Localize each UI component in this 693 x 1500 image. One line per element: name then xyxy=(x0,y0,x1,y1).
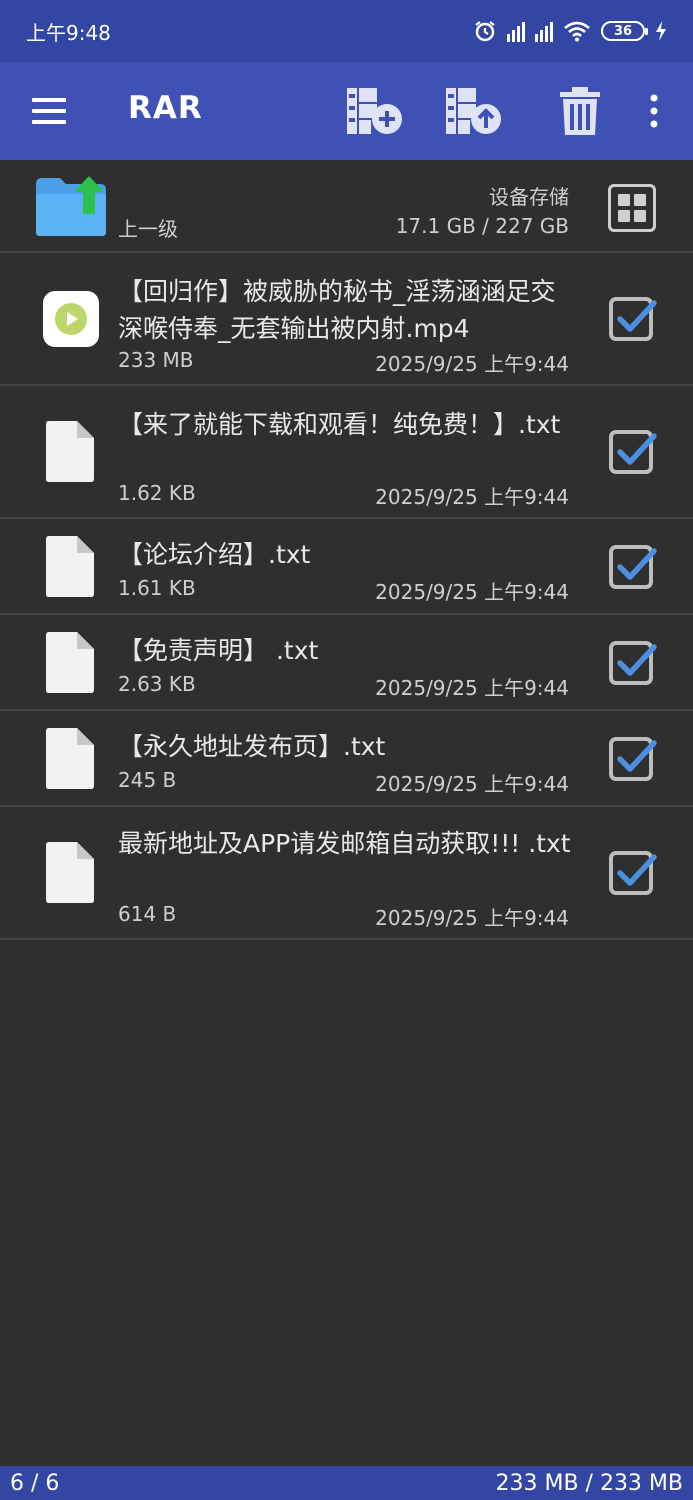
checkbox-checked[interactable] xyxy=(608,295,658,343)
app-toolbar: RAR xyxy=(0,62,693,160)
signal-icon-1 xyxy=(507,20,525,42)
storage-name: 设备存储 xyxy=(489,185,569,209)
status-icons: 36 xyxy=(473,19,667,43)
battery-icon: 36 xyxy=(601,21,648,41)
parent-folder-row[interactable]: 上一级 设备存储 17.1 GB / 227 GB xyxy=(0,160,693,253)
extract-icon[interactable] xyxy=(444,86,504,136)
file-row[interactable]: 【免责声明】 .txt 2.63 KB 2025/9/25 上午9:44 xyxy=(0,615,693,711)
app-title: RAR xyxy=(128,90,203,126)
file-date: 2025/9/25 上午9:44 xyxy=(375,485,569,509)
menu-button[interactable] xyxy=(32,98,66,124)
file-size: 1.61 KB xyxy=(118,576,196,600)
delete-icon[interactable] xyxy=(550,86,610,136)
file-size: 2.63 KB xyxy=(118,672,196,696)
file-list: 【回归作】被威胁的秘书_淫荡涵涵足交深喉侍奉_无套输出被内射.mp4 233 M… xyxy=(0,253,693,940)
file-row[interactable]: 最新地址及APP请发邮箱自动获取!!! .txt 614 B 2025/9/25… xyxy=(0,807,693,940)
checkbox-checked[interactable] xyxy=(608,735,658,783)
checkbox-checked[interactable] xyxy=(608,639,658,687)
file-name: 【永久地址发布页】.txt xyxy=(118,732,386,761)
text-file-icon xyxy=(46,632,94,693)
grid-view-button[interactable] xyxy=(608,184,656,232)
file-size: 245 B xyxy=(118,768,177,792)
more-options-icon[interactable] xyxy=(640,86,668,136)
file-size: 1.62 KB xyxy=(118,481,196,505)
parent-folder-label: 上一级 xyxy=(118,217,178,241)
checkbox-checked[interactable] xyxy=(608,543,658,591)
checkbox-checked[interactable] xyxy=(608,849,658,897)
file-name: 最新地址及APP请发邮箱自动获取!!! .txt xyxy=(118,829,571,858)
selected-size: 233 MB / 233 MB xyxy=(495,1470,683,1496)
selected-count: 6 / 6 xyxy=(10,1470,60,1496)
text-file-icon xyxy=(46,421,94,482)
file-date: 2025/9/25 上午9:44 xyxy=(375,580,569,604)
signal-icon-2 xyxy=(535,20,553,42)
file-size: 614 B xyxy=(118,902,177,926)
file-row[interactable]: 【永久地址发布页】.txt 245 B 2025/9/25 上午9:44 xyxy=(0,711,693,807)
file-row[interactable]: 【论坛介绍】.txt 1.61 KB 2025/9/25 上午9:44 xyxy=(0,519,693,615)
folder-up-icon xyxy=(36,176,106,236)
charging-icon xyxy=(656,21,666,41)
video-file-icon xyxy=(43,291,99,347)
file-name: 【免责声明】 .txt xyxy=(118,636,319,665)
file-row[interactable]: 【来了就能下载和观看！纯免费！】.txt 1.62 KB 2025/9/25 上… xyxy=(0,386,693,519)
file-name: 【论坛介绍】.txt xyxy=(118,540,311,569)
file-date: 2025/9/25 上午9:44 xyxy=(375,352,569,376)
file-name: 【来了就能下载和观看！纯免费！】.txt xyxy=(118,410,561,439)
file-name: 【回归作】被威胁的秘书_淫荡涵涵足交深喉侍奉_无套输出被内射.mp4 xyxy=(118,277,556,343)
text-file-icon xyxy=(46,536,94,597)
storage-size: 17.1 GB / 227 GB xyxy=(395,214,569,238)
file-date: 2025/9/25 上午9:44 xyxy=(375,676,569,700)
text-file-icon xyxy=(46,842,94,903)
wifi-icon xyxy=(564,21,590,42)
status-time: 上午9:48 xyxy=(26,20,111,45)
status-bar: 上午9:48 36 xyxy=(0,0,693,62)
file-size: 233 MB xyxy=(118,348,194,372)
text-file-icon xyxy=(46,728,94,789)
checkbox-checked[interactable] xyxy=(608,428,658,476)
file-date: 2025/9/25 上午9:44 xyxy=(375,906,569,930)
file-date: 2025/9/25 上午9:44 xyxy=(375,772,569,796)
alarm-icon xyxy=(475,21,495,42)
file-row[interactable]: 【回归作】被威胁的秘书_淫荡涵涵足交深喉侍奉_无套输出被内射.mp4 233 M… xyxy=(0,253,693,386)
add-to-archive-icon[interactable] xyxy=(345,86,405,136)
selection-summary-bar: 6 / 6 233 MB / 233 MB xyxy=(0,1466,693,1500)
